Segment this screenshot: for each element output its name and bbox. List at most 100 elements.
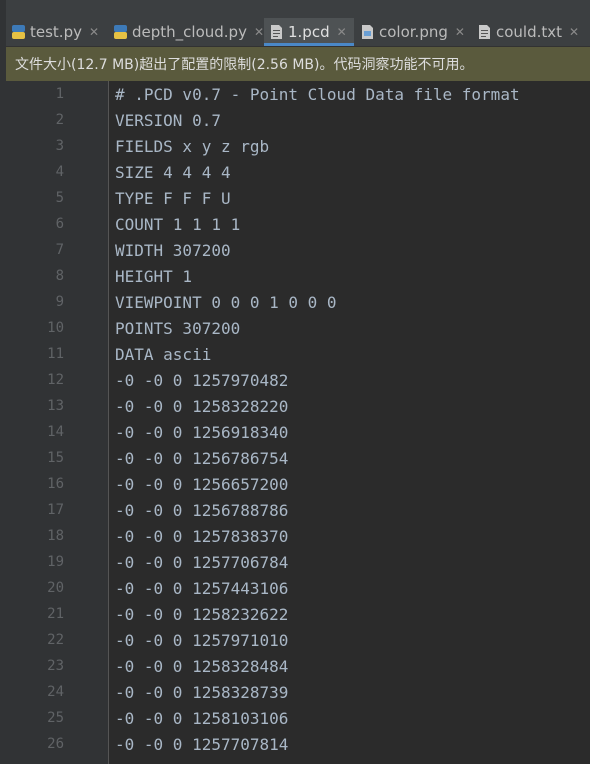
code-text: -0 -0 0 1256657200 [115, 474, 289, 494]
text-file-icon [478, 25, 491, 39]
code-line[interactable]: 3 FIELDS x y z rgb [6, 133, 590, 159]
close-icon[interactable]: ✕ [254, 25, 264, 39]
tab-could-txt[interactable]: could.txt ✕ [478, 18, 590, 46]
code-line[interactable]: 23 -0 -0 0 1258328484 [6, 653, 590, 679]
code-editor[interactable]: 1 # .PCD v0.7 - Point Cloud Data file for… [6, 81, 590, 764]
code-line[interactable]: 14 -0 -0 0 1256918340 [6, 419, 590, 445]
code-text: HEIGHT 1 [115, 266, 193, 286]
line-number: 16 [47, 476, 64, 492]
code-text: -0 -0 0 1258328739 [115, 682, 289, 702]
code-line[interactable]: 11 DATA ascii [6, 341, 590, 367]
line-number: 3 [55, 138, 64, 154]
code-line[interactable]: 1 # .PCD v0.7 - Point Cloud Data file for… [6, 81, 590, 107]
editor-tab-bar: test.py ✕ depth_cloud.py ✕ 1.pcd ✕ color… [6, 0, 590, 47]
line-number: 6 [55, 216, 64, 232]
code-line[interactable]: 18 -0 -0 0 1257838370 [6, 523, 590, 549]
code-text: -0 -0 0 1257971010 [115, 630, 289, 650]
text-file-icon [270, 25, 283, 39]
line-number: 8 [55, 268, 64, 284]
line-number: 23 [47, 658, 64, 674]
python-file-icon [114, 25, 127, 39]
code-line[interactable]: 22 -0 -0 0 1257971010 [6, 627, 590, 653]
code-line[interactable]: 25 -0 -0 0 1258103106 [6, 705, 590, 731]
python-file-icon [12, 25, 25, 39]
code-line[interactable]: 6 COUNT 1 1 1 1 [6, 211, 590, 237]
code-line[interactable]: 7 WIDTH 307200 [6, 237, 590, 263]
tab-color-png[interactable]: color.png ✕ [361, 18, 471, 46]
line-number: 24 [47, 684, 64, 700]
line-number: 12 [47, 372, 64, 388]
code-text: -0 -0 0 1258103106 [115, 708, 289, 728]
code-line[interactable]: 24 -0 -0 0 1258328739 [6, 679, 590, 705]
code-line[interactable]: 26 -0 -0 0 1257707814 [6, 731, 590, 757]
code-line[interactable]: 16 -0 -0 0 1256657200 [6, 471, 590, 497]
code-line[interactable]: 10 POINTS 307200 [6, 315, 590, 341]
image-file-icon [361, 25, 374, 39]
line-number: 11 [47, 346, 64, 362]
tab-label: 1.pcd [288, 23, 330, 41]
code-text: -0 -0 0 1258328220 [115, 396, 289, 416]
line-number: 5 [55, 190, 64, 206]
active-tab-indicator [264, 43, 354, 46]
line-number: 25 [47, 710, 64, 726]
warning-message: 文件大小(12.7 MB)超出了配置的限制(2.56 MB)。代码洞察功能不可用… [15, 57, 474, 73]
line-number: 9 [55, 294, 64, 310]
code-text: -0 -0 0 1257970482 [115, 370, 289, 390]
line-number: 7 [55, 242, 64, 258]
code-text: -0 -0 0 1258328484 [115, 656, 289, 676]
tab-depth-cloud-py[interactable]: depth_cloud.py ✕ [114, 18, 266, 46]
code-text: DATA ascii [115, 344, 212, 364]
tab-label: could.txt [496, 23, 563, 41]
code-line[interactable]: 19 -0 -0 0 1257706784 [6, 549, 590, 575]
tab-label: test.py [30, 23, 82, 41]
close-icon[interactable]: ✕ [455, 25, 465, 39]
code-text: VIEWPOINT 0 0 0 1 0 0 0 [115, 292, 337, 312]
code-line[interactable]: 12 -0 -0 0 1257970482 [6, 367, 590, 393]
code-text: -0 -0 0 1256918340 [115, 422, 289, 442]
line-number: 13 [47, 398, 64, 414]
code-text: SIZE 4 4 4 4 [115, 162, 231, 182]
line-number: 17 [47, 502, 64, 518]
code-line[interactable]: 8 HEIGHT 1 [6, 263, 590, 289]
tab-label: color.png [379, 23, 448, 41]
tab-test-py[interactable]: test.py ✕ [12, 18, 110, 46]
line-number: 26 [47, 736, 64, 752]
code-line[interactable]: 13 -0 -0 0 1258328220 [6, 393, 590, 419]
code-line[interactable]: 20 -0 -0 0 1257443106 [6, 575, 590, 601]
line-number: 2 [55, 112, 64, 128]
code-text: -0 -0 0 1257838370 [115, 526, 289, 546]
code-line[interactable]: 21 -0 -0 0 1258232622 [6, 601, 590, 627]
code-text: WIDTH 307200 [115, 240, 231, 260]
line-number: 4 [55, 164, 64, 180]
code-text: TYPE F F F U [115, 188, 231, 208]
code-text: POINTS 307200 [115, 318, 241, 338]
code-line[interactable]: 2 VERSION 0.7 [6, 107, 590, 133]
line-number: 14 [47, 424, 64, 440]
code-line[interactable]: 9 VIEWPOINT 0 0 0 1 0 0 0 [6, 289, 590, 315]
code-text: -0 -0 0 1256786754 [115, 448, 289, 468]
close-icon[interactable]: ✕ [569, 25, 579, 39]
line-number: 22 [47, 632, 64, 648]
line-number: 19 [47, 554, 64, 570]
line-number: 21 [47, 606, 64, 622]
line-number: 15 [47, 450, 64, 466]
code-line[interactable]: 15 -0 -0 0 1256786754 [6, 445, 590, 471]
file-size-warning-banner: 文件大小(12.7 MB)超出了配置的限制(2.56 MB)。代码洞察功能不可用… [6, 47, 590, 81]
line-number: 10 [47, 320, 64, 336]
line-number: 18 [47, 528, 64, 544]
tab-1-pcd[interactable]: 1.pcd ✕ [264, 18, 354, 46]
code-text: -0 -0 0 1257707814 [115, 734, 289, 754]
code-text: FIELDS x y z rgb [115, 136, 270, 156]
code-text: COUNT 1 1 1 1 [115, 214, 241, 234]
code-text: -0 -0 0 1257443106 [115, 578, 289, 598]
code-line[interactable]: 17 -0 -0 0 1256788786 [6, 497, 590, 523]
tab-label: depth_cloud.py [132, 23, 247, 41]
line-number: 1 [55, 86, 64, 102]
code-text: # .PCD v0.7 - Point Cloud Data file form… [115, 84, 520, 104]
close-icon[interactable]: ✕ [89, 25, 99, 39]
code-text: -0 -0 0 1258232622 [115, 604, 289, 624]
code-line[interactable]: 4 SIZE 4 4 4 4 [6, 159, 590, 185]
code-text: -0 -0 0 1256788786 [115, 500, 289, 520]
code-line[interactable]: 5 TYPE F F F U [6, 185, 590, 211]
close-icon[interactable]: ✕ [337, 25, 347, 39]
